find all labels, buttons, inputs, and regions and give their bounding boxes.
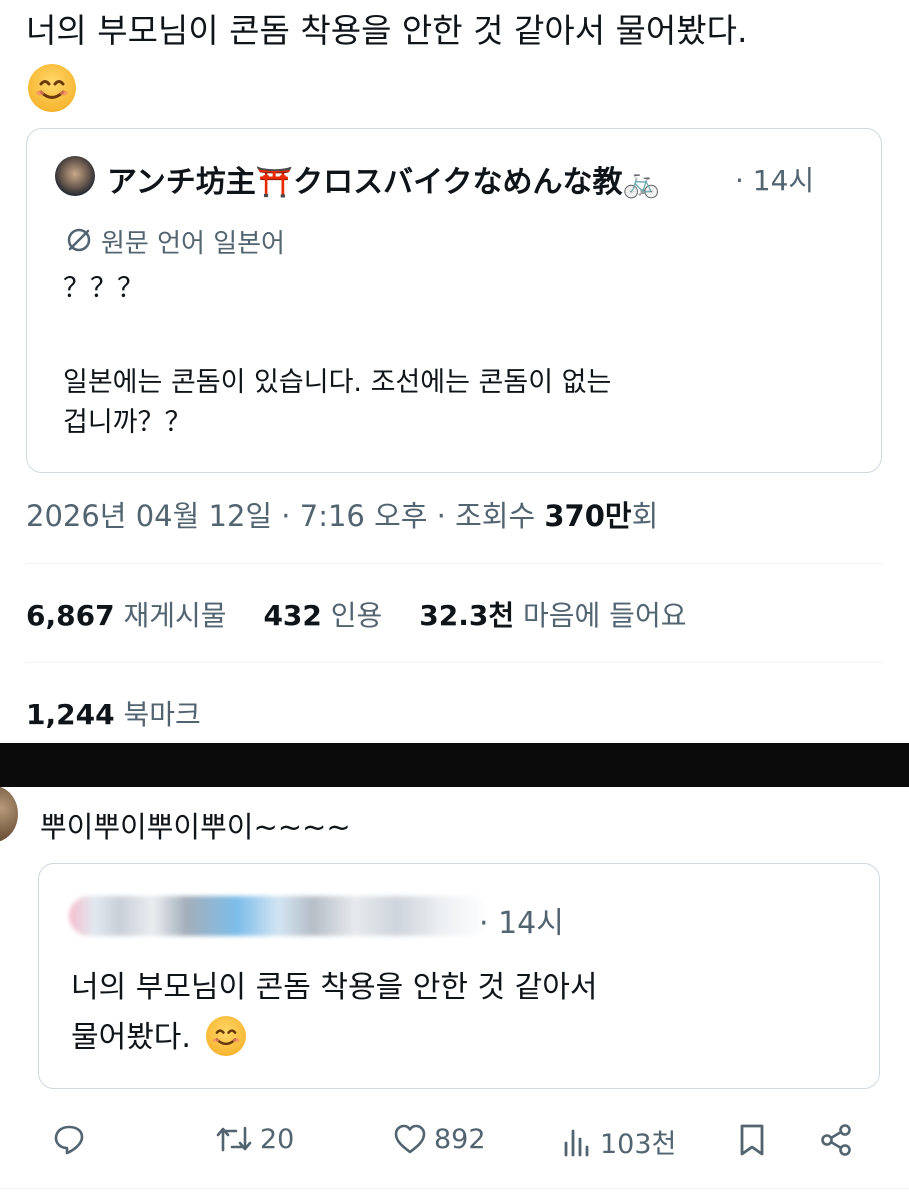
like-button[interactable]: 892 <box>392 1122 486 1156</box>
translation-note[interactable]: 원문 언어 일본어 <box>101 223 285 260</box>
blurred-author-name <box>69 896 489 936</box>
bookmark-icon <box>740 1124 764 1156</box>
reply-button[interactable] <box>52 1122 86 1156</box>
reply-tweet-text: 뿌이뿌이뿌이뿌이~~~~ <box>40 810 351 844</box>
views-button[interactable]: 103천 <box>560 1122 676 1161</box>
views-count: 103천 <box>600 1129 677 1160</box>
retweets-stat[interactable]: 6,867 재게시물 <box>26 599 227 632</box>
like-count: 892 <box>434 1123 486 1155</box>
views-value: 370만 <box>544 499 632 533</box>
likes-stat[interactable]: 32.3천 마음에 들어요 <box>419 599 686 632</box>
retweet-icon <box>216 1126 252 1152</box>
views-icon <box>564 1129 589 1156</box>
translate-icon <box>65 226 93 258</box>
share-icon <box>821 1124 851 1156</box>
main-tweet-text: 너의 부모님이 콘돔 착용을 안한 것 같아서 물어봤다. <box>26 11 748 50</box>
avatar[interactable] <box>55 156 95 196</box>
divider <box>26 563 882 564</box>
quoted-author-name[interactable]: アンチ坊主⛩️クロスバイクなめんな教🚲 <box>107 157 660 201</box>
reply-quoted-timestamp[interactable]: · 14시 <box>479 898 564 942</box>
quoted-text-line2: 일본에는 콘돔이 있습니다. 조선에는 콘돔이 없는 <box>63 367 612 398</box>
reply-quoted-line2: 물어봤다. <box>71 1014 247 1062</box>
quotes-stat[interactable]: 432 인용 <box>263 599 382 632</box>
share-button[interactable] <box>818 1122 854 1158</box>
reply-quoted-line1: 너의 부모님이 콘돔 착용을 안한 것 같아서 <box>71 970 598 1005</box>
smiling-face-emoji <box>206 1015 247 1056</box>
bookmark-button[interactable] <box>736 1122 768 1158</box>
screenshot-separator <box>0 743 909 787</box>
retweet-count: 20 <box>260 1123 295 1155</box>
reply-quoted-card[interactable]: · 14시 너의 부모님이 콘돔 착용을 안한 것 같아서 물어봤다. <box>38 863 880 1089</box>
quoted-timestamp[interactable]: · 14시 <box>735 159 814 199</box>
quoted-text-line3: 겁니까？？ <box>63 407 192 438</box>
reply-icon <box>54 1125 84 1155</box>
heart-icon <box>394 1124 426 1154</box>
engagement-stats: 6,867 재게시물 432 인용 32.3천 마음에 들어요 <box>26 594 686 634</box>
divider <box>26 662 882 663</box>
retweet-button[interactable]: 20 <box>214 1122 294 1156</box>
reply-avatar[interactable] <box>0 786 18 842</box>
tweet-meta: 2026년 04월 12일 · 7:16 오후 · 조회수 370만회 <box>26 499 659 533</box>
bookmarks-stat[interactable]: 1,244 북마크 <box>26 693 201 733</box>
smiling-face-emoji <box>28 64 76 112</box>
quoted-tweet-card[interactable]: アンチ坊主⛩️クロスバイクなめんな教🚲 · 14시 원문 언어 일본어 ？？？ … <box>26 128 882 473</box>
quoted-text-line1: ？？？ <box>63 273 144 304</box>
bottom-divider <box>0 1188 909 1189</box>
